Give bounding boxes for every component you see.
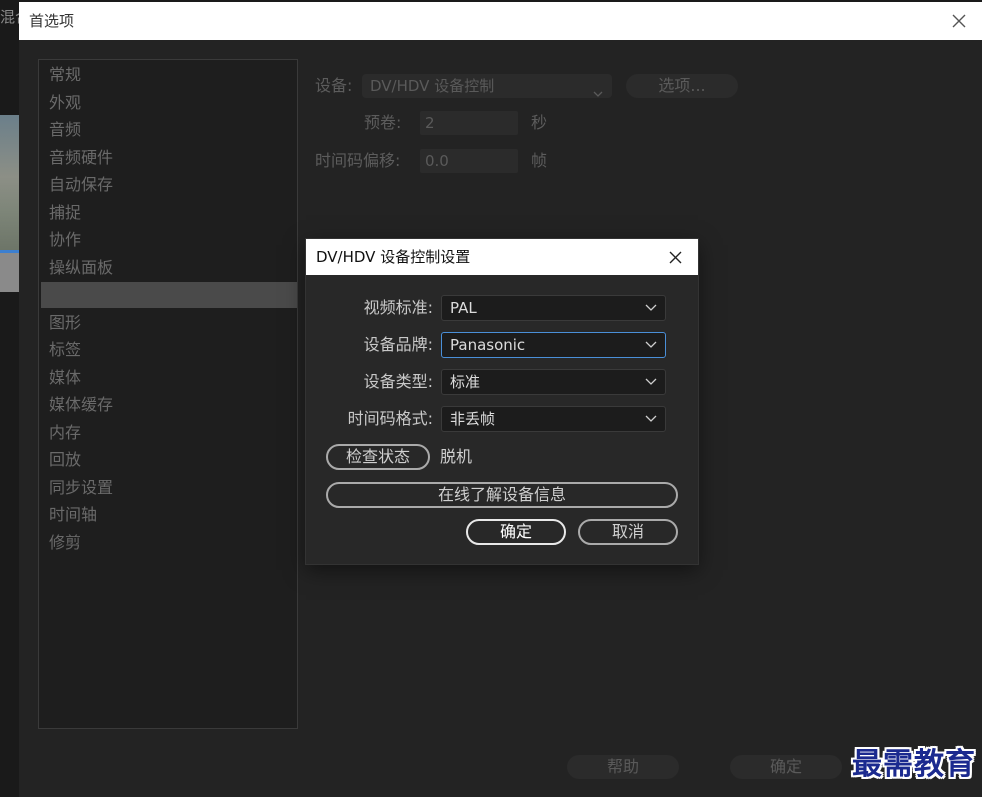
device-select-value: DV/HDV 设备控制 — [370, 77, 495, 95]
sidebar-item[interactable]: 协作 — [45, 227, 291, 253]
watermark-logo: 最需教育 — [852, 747, 976, 782]
preferences-sidebar: 常规外观音频音频硬件自动保存捕捉协作操纵面板图形标签媒体媒体缓存内存回放同步设置… — [38, 59, 298, 729]
dialog-title: DV/HDV 设备控制设置 — [316, 248, 471, 266]
sidebar-item-label — [41, 285, 45, 304]
device-options-button[interactable]: 选项... — [626, 74, 738, 98]
sidebar-item-label: 同步设置 — [49, 477, 114, 497]
device-type-select[interactable]: 标准 — [441, 369, 666, 395]
preferences-ok-button[interactable]: 确定 — [730, 755, 842, 779]
chevron-down-icon — [645, 296, 659, 320]
sidebar-item[interactable]: 音频硬件 — [45, 145, 291, 171]
sidebar-item-label: 标签 — [49, 340, 82, 359]
sidebar-item[interactable]: 媒体缓存 — [45, 392, 291, 418]
sidebar-item-label: 修剪 — [49, 532, 82, 552]
sidebar-item[interactable]: 捕捉 — [45, 200, 291, 226]
chevron-down-icon — [645, 370, 659, 394]
sidebar-item[interactable]: 操纵面板 — [45, 255, 291, 281]
close-icon — [952, 14, 966, 28]
device-brand-value: Panasonic — [450, 336, 526, 354]
preferences-title: 首选项 — [29, 12, 75, 30]
sidebar-item-label: 内存 — [49, 422, 82, 442]
preferences-close-button[interactable] — [944, 6, 974, 36]
dialog-cancel-button[interactable]: 取消 — [578, 519, 678, 545]
sidebar-item[interactable]: 常规 — [45, 62, 291, 88]
preroll-input[interactable]: 2 — [420, 111, 518, 135]
sidebar-item-label: 图形 — [49, 312, 82, 332]
sidebar-item[interactable]: 自动保存 — [45, 172, 291, 198]
sidebar-item-label: 捕捉 — [49, 202, 82, 222]
device-type-label: 设备类型: — [363, 372, 433, 391]
sidebar-item-label: 时间轴 — [49, 505, 98, 524]
sidebar-item[interactable]: 图形 — [45, 310, 291, 336]
timecode-format-label: 时间码格式: — [347, 409, 433, 428]
device-control-settings-dialog: DV/HDV 设备控制设置 视频标准: PAL 设备品牌: Panasonic … — [306, 239, 698, 564]
sidebar-item[interactable]: 同步设置 — [45, 475, 291, 501]
preroll-label: 预卷: — [364, 113, 402, 132]
help-button[interactable]: 帮助 — [567, 755, 679, 779]
background-app-title: 混合 — [0, 8, 19, 26]
device-status-value: 脱机 — [440, 447, 473, 466]
check-status-button[interactable]: 检查状态 — [326, 444, 430, 470]
online-device-info-button[interactable]: 在线了解设备信息 — [326, 482, 678, 508]
video-standard-select[interactable]: PAL — [441, 295, 666, 321]
sidebar-item-label: 协作 — [49, 230, 82, 249]
preferences-titlebar: 首选项 — [19, 2, 982, 40]
video-standard-label: 视频标准: — [363, 298, 433, 317]
sidebar-item-label: 常规 — [49, 65, 82, 84]
sidebar-item[interactable]: 修剪 — [45, 530, 291, 556]
dialog-close-button[interactable] — [660, 242, 690, 272]
background-panel-fragment — [0, 253, 19, 292]
dialog-ok-button[interactable]: 确定 — [466, 519, 566, 545]
device-brand-select[interactable]: Panasonic — [441, 332, 666, 358]
sidebar-item[interactable]: 音频 — [45, 117, 291, 143]
sidebar-item[interactable]: 回放 — [45, 447, 291, 473]
device-brand-label: 设备品牌: — [363, 335, 433, 354]
sidebar-item[interactable]: 标签 — [45, 337, 291, 363]
chevron-down-icon — [645, 407, 659, 431]
close-icon — [669, 251, 681, 264]
device-label: 设备: — [315, 76, 353, 95]
sidebar-item[interactable]: 外观 — [45, 90, 291, 116]
sidebar-item[interactable]: 媒体 — [45, 365, 291, 391]
dialog-titlebar: DV/HDV 设备控制设置 — [306, 239, 698, 275]
device-select[interactable]: DV/HDV 设备控制 — [362, 74, 612, 98]
sidebar-item[interactable]: 内存 — [45, 420, 291, 446]
chevron-down-icon — [592, 74, 604, 106]
sidebar-item-label: 音频 — [49, 120, 82, 139]
preroll-unit: 秒 — [531, 113, 548, 132]
video-standard-value: PAL — [450, 299, 477, 317]
sidebar-item[interactable]: 时间轴 — [45, 502, 291, 528]
sidebar-item[interactable] — [41, 282, 297, 308]
timecode-format-select[interactable]: 非丢帧 — [441, 406, 666, 432]
timecode-offset-label: 时间码偏移: — [315, 151, 401, 170]
sidebar-item-label: 媒体缓存 — [49, 395, 114, 414]
device-type-value: 标准 — [450, 373, 481, 391]
chevron-down-icon — [645, 333, 659, 357]
timecode-format-value: 非丢帧 — [450, 410, 496, 428]
sidebar-item-label: 媒体 — [49, 367, 82, 387]
sidebar-item-label: 回放 — [49, 450, 82, 469]
sidebar-item-label: 外观 — [49, 92, 82, 112]
timecode-offset-input[interactable]: 0.0 — [420, 149, 518, 173]
timecode-offset-unit: 帧 — [531, 151, 548, 170]
sidebar-item-label: 自动保存 — [49, 175, 114, 194]
sidebar-item-label: 音频硬件 — [49, 147, 114, 167]
sidebar-item-label: 操纵面板 — [49, 257, 114, 277]
